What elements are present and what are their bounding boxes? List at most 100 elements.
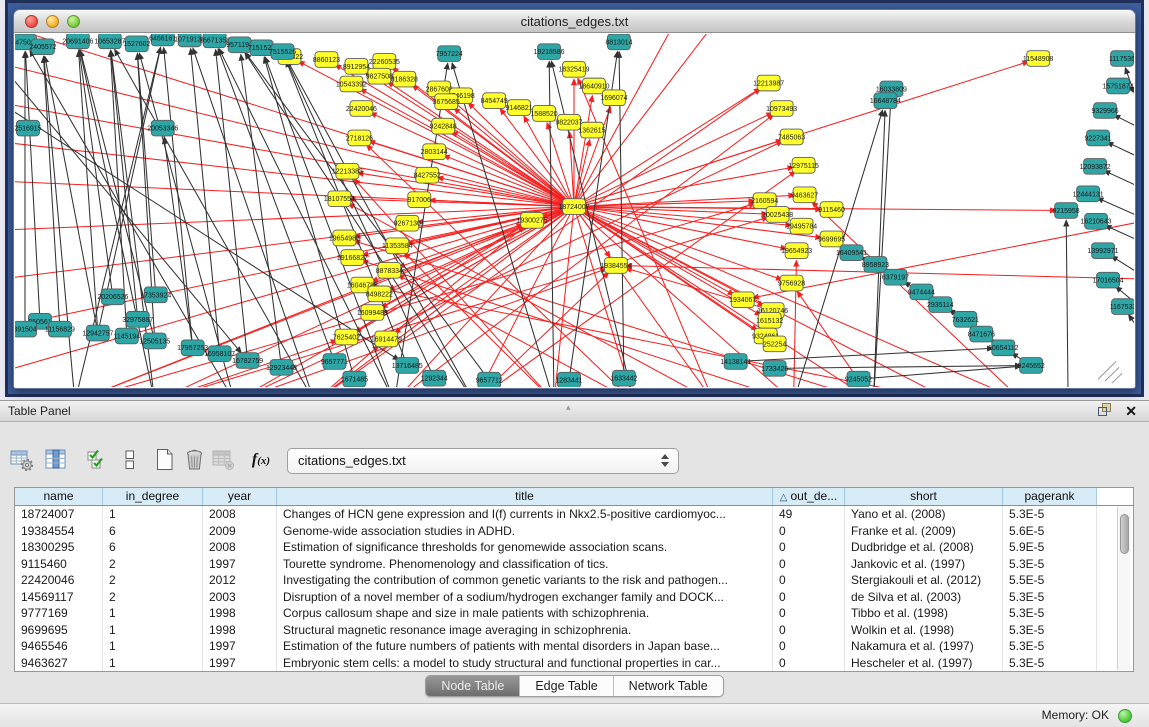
graph-node[interactable]: 19166827 [337, 250, 368, 266]
graph-node[interactable]: 16782759 [232, 353, 263, 369]
graph-node[interactable]: 7632621 [952, 311, 979, 327]
graph-edge[interactable] [574, 34, 674, 207]
graph-node[interactable]: 19384554 [600, 258, 631, 274]
graph-node[interactable]: 11548908 [1023, 51, 1054, 67]
graph-edge[interactable] [15, 63, 241, 353]
network-canvas[interactable]: 1872400776638228860123891295422260535105… [15, 34, 1134, 387]
cell[interactable]: Franke et al. (2009) [845, 523, 1003, 540]
graph-edge[interactable] [15, 207, 574, 373]
graph-edge[interactable] [241, 55, 282, 368]
table-row[interactable]: 1938455462009Genome-wide association stu… [15, 523, 1133, 540]
cell[interactable]: 9465546 [15, 638, 103, 655]
cell[interactable]: 5.5E-5 [1003, 572, 1097, 589]
cell[interactable]: 2003 [203, 589, 277, 606]
graph-node[interactable]: 8498222 [366, 286, 393, 302]
graph-edge[interactable] [1104, 171, 1134, 191]
graph-node[interactable]: 6466161 [149, 34, 176, 46]
graph-node[interactable]: 7957224 [436, 46, 463, 62]
cell[interactable]: Hescheler et al. (1997) [845, 655, 1003, 672]
cell[interactable]: 1998 [203, 605, 277, 622]
cell[interactable]: 49 [773, 506, 845, 523]
graph-edge[interactable] [79, 51, 98, 333]
cell[interactable]: 9777169 [15, 605, 103, 622]
graph-edge[interactable] [191, 49, 220, 354]
graph-edge[interactable] [15, 207, 574, 280]
cell[interactable]: 1 [103, 605, 203, 622]
cell[interactable]: Wolkin et al. (1998) [845, 622, 1003, 639]
graph-node[interactable]: 12505135 [139, 333, 170, 349]
column-header-year[interactable]: year [203, 488, 277, 505]
graph-node[interactable]: 16914479 [371, 331, 402, 347]
graph-node[interactable]: 20206526 [97, 289, 128, 305]
cell[interactable]: 22420046 [15, 572, 103, 589]
cell[interactable]: Tourette syndrome. Phenomenology and cla… [277, 556, 773, 573]
graph-node[interactable]: 18325419 [558, 61, 589, 77]
resize-grip-icon[interactable] [1105, 367, 1119, 381]
graph-node[interactable]: 3675685 [433, 94, 460, 110]
graph-node[interactable]: 2516915 [15, 120, 42, 136]
cell[interactable]: 1998 [203, 622, 277, 639]
graph-node[interactable]: 13716485 [392, 358, 423, 374]
cell[interactable]: Tibbo et al. (1998) [845, 605, 1003, 622]
panel-collapse-handle-icon[interactable]: ▴ [566, 402, 571, 413]
cell[interactable]: 2 [103, 572, 203, 589]
graph-node[interactable]: 9245652 [1018, 358, 1045, 374]
graph-node[interactable]: 9657712 [476, 372, 503, 387]
cell[interactable]: 5.3E-5 [1003, 556, 1097, 573]
graph-node[interactable]: 9329966 [1091, 103, 1118, 119]
graph-node[interactable]: 8813014 [605, 34, 632, 50]
graph-node[interactable]: 1588520 [530, 106, 557, 122]
graph-node[interactable]: 9227341 [1084, 130, 1111, 146]
graph-edge[interactable] [164, 138, 193, 348]
graph-node[interactable]: 7485063 [778, 129, 805, 145]
graph-node[interactable]: 32975887 [122, 311, 153, 327]
graph-edge[interactable] [1066, 220, 1068, 387]
graph-node[interactable]: 1671485 [341, 371, 368, 387]
window-titlebar[interactable]: citations_edges.txt [14, 10, 1135, 33]
graph-edge[interactable] [574, 207, 792, 226]
column-header-title[interactable]: title [277, 488, 773, 505]
graph-node[interactable]: 12444131 [1073, 186, 1104, 202]
graph-edge[interactable] [1114, 115, 1134, 132]
cell[interactable]: 9115460 [15, 556, 103, 573]
network-table-select[interactable]: citations_edges.txt [287, 448, 679, 474]
graph-node[interactable]: 917006 [408, 192, 431, 208]
float-panel-icon[interactable] [1097, 402, 1112, 422]
cell[interactable]: 18300295 [15, 539, 103, 556]
graph-node[interactable]: 10025438 [762, 207, 793, 223]
deselect-all-icon[interactable] [117, 447, 143, 473]
graph-edge[interactable] [775, 366, 1022, 369]
graph-node[interactable]: 8454749 [481, 93, 508, 109]
graph-node[interactable]: 11353584 [382, 238, 413, 254]
graph-node[interactable]: 6379197 [882, 269, 909, 285]
graph-node[interactable]: 16648784 [870, 93, 901, 109]
cell[interactable]: Estimation of the future numbers of pati… [277, 638, 773, 655]
graph-edge[interactable] [574, 207, 714, 387]
graph-node[interactable]: 19495784 [786, 218, 817, 234]
cell[interactable]: 19384554 [15, 523, 103, 540]
graph-node[interactable]: 16958107 [204, 346, 235, 362]
cell[interactable]: 18724007 [15, 506, 103, 523]
column-header-short[interactable]: short [845, 488, 1003, 505]
cell[interactable]: de Silva et al. (2003) [845, 589, 1003, 606]
cell[interactable]: Disruption of a novel member of a sodium… [277, 589, 773, 606]
cell[interactable]: Corpus callosum shape and size in male p… [277, 605, 773, 622]
cell[interactable]: 6 [103, 539, 203, 556]
cell[interactable]: 1997 [203, 556, 277, 573]
graph-node[interactable]: 9267130 [394, 215, 421, 231]
cell[interactable]: Changes of HCN gene expression and I(f) … [277, 506, 773, 523]
column-header-name[interactable]: name [15, 488, 103, 505]
graph-node[interactable]: 17353924 [140, 287, 171, 303]
cell[interactable]: 5.3E-5 [1003, 589, 1097, 606]
cell[interactable]: Jankovic et al. (1997) [845, 556, 1003, 573]
graph-node[interactable]: 1615132 [756, 312, 783, 328]
graph-edge[interactable] [1107, 142, 1134, 161]
graph-node[interactable]: 12093872 [1080, 159, 1111, 175]
table-row[interactable]: 1830029562008Estimation of significance … [15, 539, 1133, 556]
graph-node[interactable]: 9115460 [818, 202, 845, 218]
graph-node[interactable]: 16099489 [357, 305, 388, 321]
cell[interactable]: Structural magnetic resonance image aver… [277, 622, 773, 639]
cell[interactable]: Yano et al. (2008) [845, 506, 1003, 523]
graph-node[interactable]: 9463627 [791, 187, 818, 203]
cell[interactable]: Investigating the contribution of common… [277, 572, 773, 589]
